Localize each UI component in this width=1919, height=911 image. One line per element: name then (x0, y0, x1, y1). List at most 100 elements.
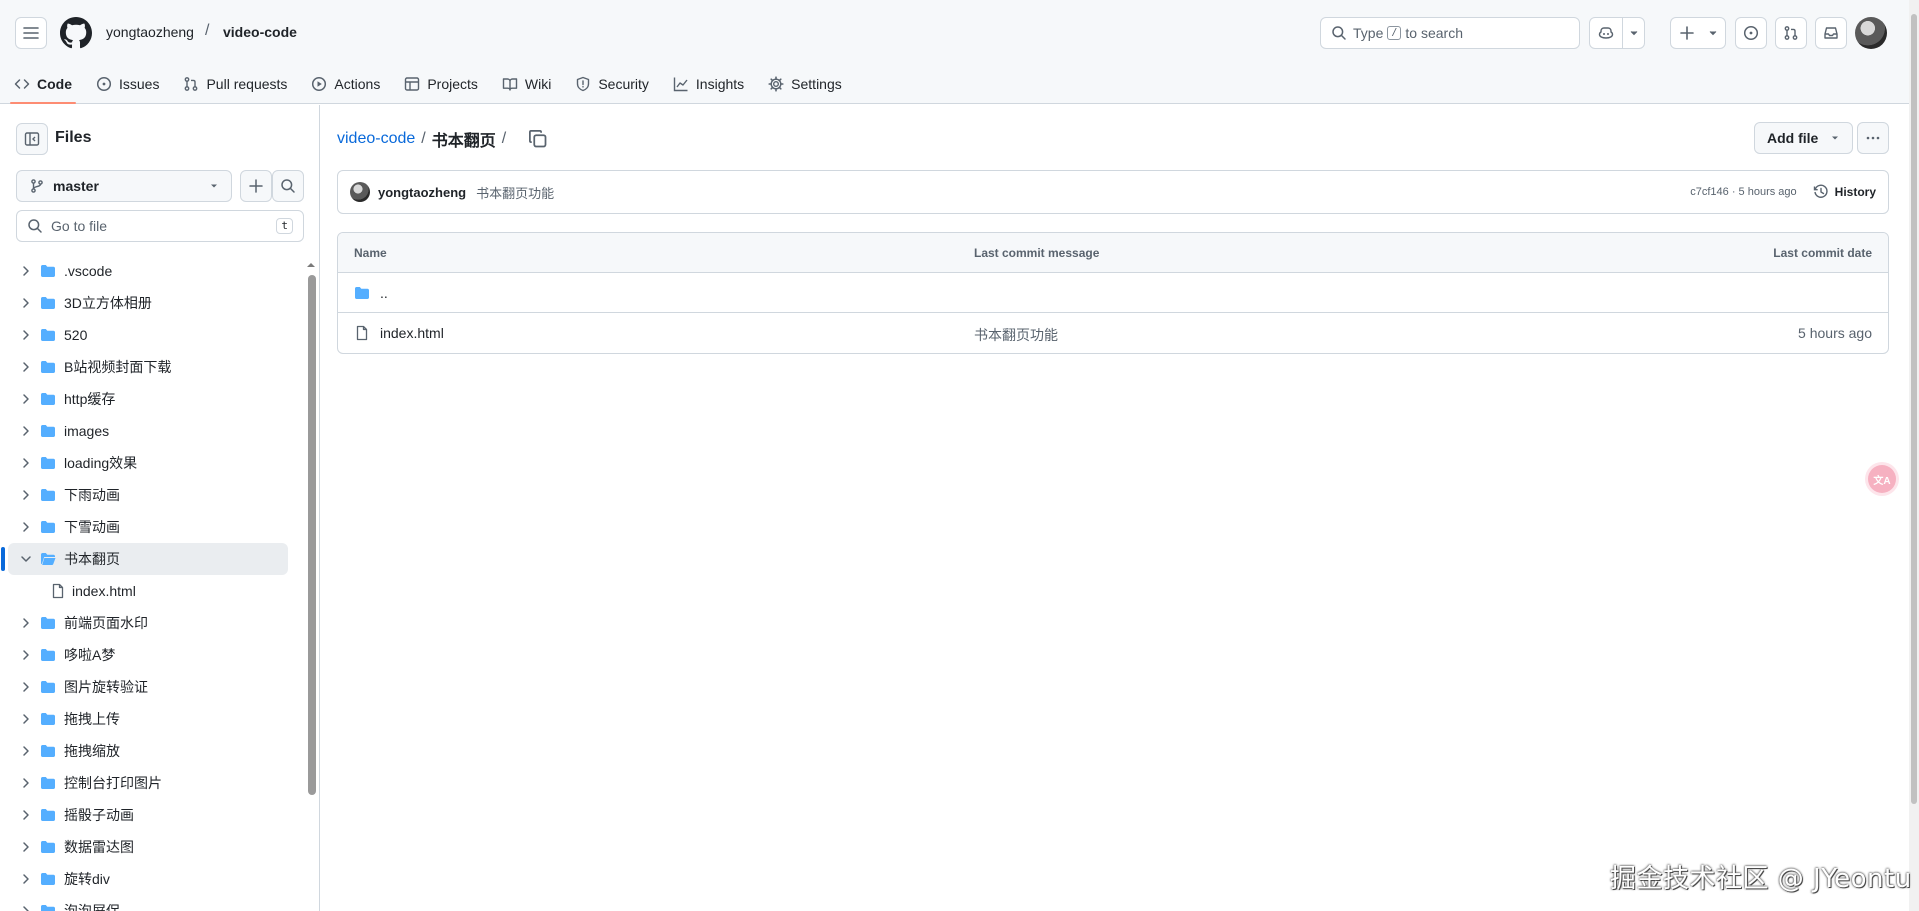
tree-item-label: 摇骰子动画 (64, 807, 134, 823)
tree-item-label: 哆啦A梦 (64, 647, 116, 663)
table-row[interactable]: .. (338, 273, 1888, 313)
tab-issues[interactable]: Issues (86, 64, 169, 104)
pull-requests-button[interactable] (1775, 17, 1807, 49)
tab-code[interactable]: Code (4, 64, 82, 104)
parent-directory-link[interactable]: .. (380, 285, 388, 301)
user-avatar[interactable] (1855, 17, 1887, 49)
folder-icon (41, 489, 55, 501)
book-icon (502, 78, 518, 91)
file-name-link[interactable]: index.html (380, 325, 444, 341)
tree-item-folder[interactable]: 控制台打印图片 (8, 767, 288, 799)
menu-button[interactable] (15, 17, 47, 49)
chevron-right-icon (23, 874, 29, 884)
tab-settings[interactable]: Settings (758, 64, 852, 104)
tree-item-folder[interactable]: 拖拽缩放 (8, 735, 288, 767)
file-commit-message[interactable]: 书本翻页功能 (974, 325, 1058, 345)
tree-item-folder[interactable]: 3D立方体相册 (8, 287, 288, 319)
breadcrumb-repo-link[interactable]: video-code (337, 130, 415, 148)
folder-icon (41, 713, 55, 725)
tree-item-label: .vscode (64, 263, 113, 279)
issue-icon (96, 76, 112, 92)
tab-insights[interactable]: Insights (663, 64, 754, 104)
more-options-button[interactable] (1857, 122, 1889, 154)
tree-item-folder[interactable]: 前端页面水印 (8, 607, 288, 639)
tab-label: Settings (791, 76, 842, 92)
commit-author[interactable]: yongtaozheng (378, 185, 466, 200)
tab-wiki[interactable]: Wiki (492, 64, 561, 104)
translate-button[interactable]: 文A (1868, 465, 1896, 493)
tab-actions[interactable]: Actions (301, 64, 390, 104)
branch-selector[interactable]: master (16, 170, 232, 202)
search-shortcut-key: / (1387, 26, 1402, 40)
watermark-text: 掘金技术社区 @ JYeontu (1610, 864, 1912, 894)
tree-item-label: 拖拽缩放 (64, 743, 120, 759)
tree-item-folder[interactable]: 拖拽上传 (8, 703, 288, 735)
tree-item-folder[interactable]: B站视频封面下载 (8, 351, 288, 383)
page-scroll-thumb[interactable] (1911, 14, 1917, 804)
tree-item-folder[interactable]: 旋转div (8, 863, 288, 895)
go-to-file-input[interactable]: Go to file t (16, 210, 304, 242)
collapse-sidebar-button[interactable] (16, 123, 48, 155)
sidebar-scrollbar[interactable] (305, 255, 317, 911)
tree-item-label: B站视频封面下载 (64, 359, 172, 375)
folder-icon (41, 361, 55, 373)
tree-item-folder[interactable]: 下雪动画 (8, 511, 288, 543)
add-file-button[interactable] (240, 170, 272, 202)
column-header-message: Last commit message (974, 246, 1100, 260)
repo-link[interactable]: video-code (223, 24, 297, 40)
tree-item-folder[interactable]: 下雨动画 (8, 479, 288, 511)
table-header: Name Last commit message Last commit dat… (338, 233, 1888, 273)
kebab-horizontal-icon (1866, 136, 1880, 140)
commit-author-avatar[interactable] (350, 182, 370, 202)
tab-label: Actions (334, 76, 381, 92)
history-button[interactable]: History (1813, 184, 1876, 200)
column-header-date: Last commit date (1773, 246, 1872, 260)
issues-button[interactable] (1735, 17, 1767, 49)
tree-item-folder[interactable]: http缓存 (8, 383, 288, 415)
chevron-down-icon (1832, 136, 1839, 140)
commit-hash-and-time[interactable]: c7cf146 · 5 hours ago (1690, 186, 1796, 198)
tree-item-folder[interactable]: 数据雷达图 (8, 831, 288, 863)
inbox-button[interactable] (1815, 17, 1847, 49)
git-branch-icon (31, 179, 43, 193)
copy-icon[interactable] (528, 129, 548, 149)
issue-opened-icon (1743, 25, 1759, 41)
tree-item-file[interactable]: index.html (8, 575, 288, 607)
tree-item-folder[interactable]: .vscode (8, 255, 288, 287)
tab-label: Projects (427, 76, 478, 92)
owner-link[interactable]: yongtaozheng (106, 24, 194, 40)
tree-item-folder[interactable]: 图片旋转验证 (8, 671, 288, 703)
chevron-right-icon (23, 906, 29, 911)
tree-item-folder[interactable]: 摇骰子动画 (8, 799, 288, 831)
tab-label: Pull requests (206, 76, 288, 92)
folder-icon (41, 841, 55, 853)
tree-item-folder[interactable]: 泡泡屏保 (8, 895, 288, 911)
folder-icon (41, 681, 55, 693)
sidebar-scroll-thumb[interactable] (308, 275, 316, 795)
tree-item-folder[interactable]: images (8, 415, 288, 447)
tree-item-folder[interactable]: loading效果 (8, 447, 288, 479)
add-file-dropdown[interactable]: Add file (1754, 122, 1854, 154)
tab-pull-requests[interactable]: Pull requests (173, 64, 297, 104)
github-logo-icon[interactable] (60, 17, 92, 49)
folder-open-icon (41, 553, 56, 565)
create-new-button[interactable] (1670, 17, 1726, 49)
tab-projects[interactable]: Projects (394, 64, 488, 104)
file-tree: .vscode 3D立方体相册 520 B站视频封面下载 http缓存 images loa… (0, 255, 300, 911)
search-input[interactable]: Type / to search (1320, 17, 1580, 49)
tree-item-folder[interactable]: 哆啦A梦 (8, 639, 288, 671)
chevron-down-icon (1709, 31, 1717, 36)
tree-item-folder[interactable]: 520 (8, 319, 288, 351)
copilot-button[interactable] (1589, 17, 1645, 49)
tree-item-label: 数据雷达图 (64, 839, 134, 855)
tree-item-folder[interactable]: 书本翻页 (1, 543, 288, 575)
commit-message[interactable]: 书本翻页功能 (476, 183, 554, 202)
chevron-right-icon (23, 426, 29, 436)
go-to-file-shortcut: t (276, 218, 293, 234)
tab-security[interactable]: Security (565, 64, 659, 104)
page-scrollbar[interactable] (1909, 0, 1919, 911)
chevron-down-icon (21, 556, 31, 562)
search-files-button[interactable] (272, 170, 304, 202)
tree-item-label: 泡泡屏保 (64, 903, 120, 911)
table-row[interactable]: index.html 书本翻页功能 5 hours ago (338, 313, 1888, 353)
